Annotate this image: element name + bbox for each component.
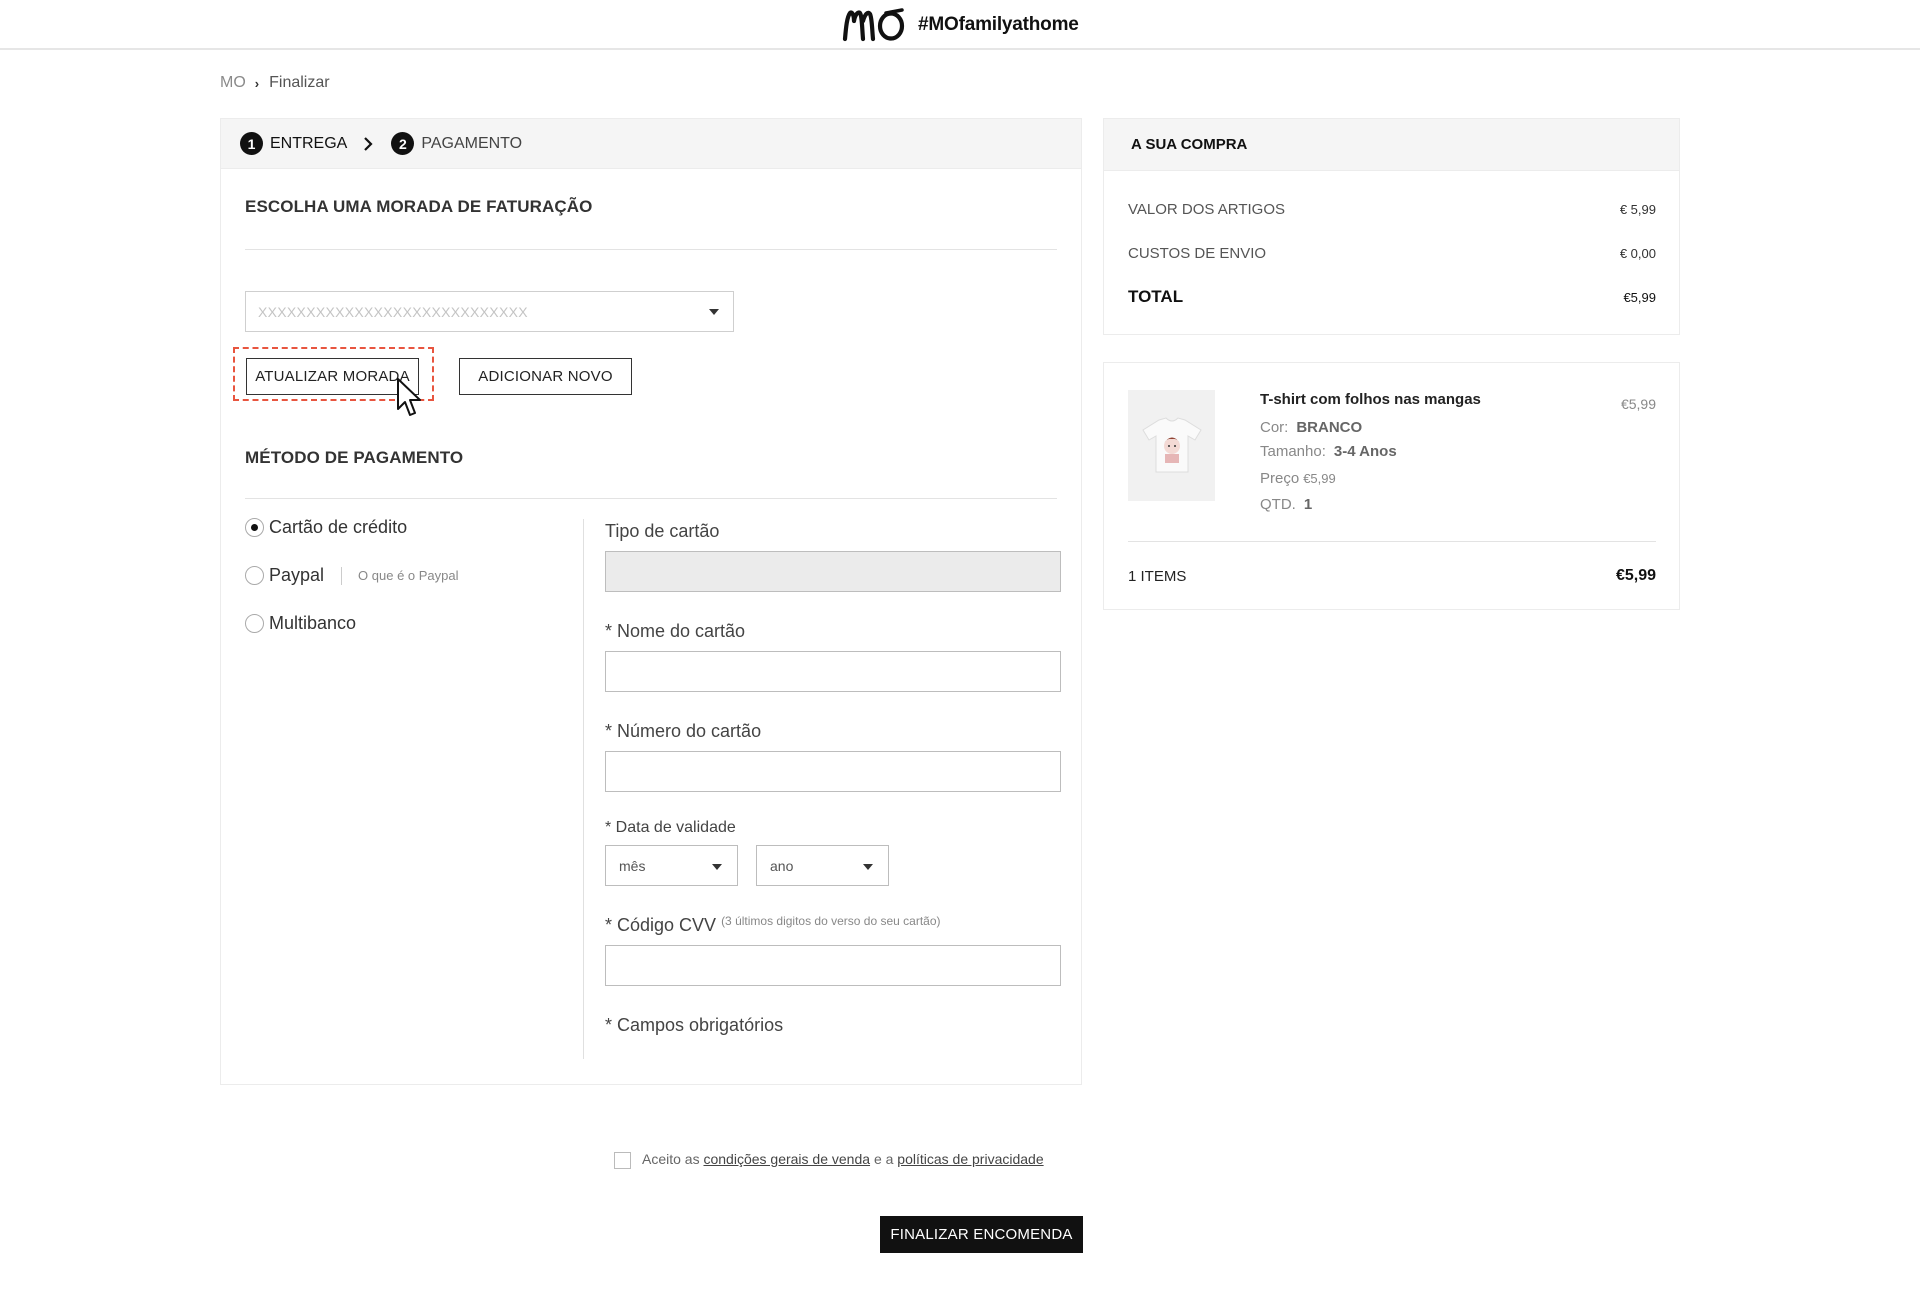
summary-items-label: VALOR DOS ARTIGOS: [1128, 201, 1285, 218]
cart-footer: 1 ITEMS €5,99: [1128, 567, 1656, 585]
payment-option-multibanco[interactable]: Multibanco: [245, 613, 356, 634]
cart-items: T-shirt com folhos nas mangas €5,99 Cor:…: [1103, 362, 1680, 610]
step-label: ENTREGA: [270, 134, 348, 152]
summary-items-value: € 5,99: [1619, 202, 1656, 217]
radio-unchecked[interactable]: [245, 614, 264, 633]
breadcrumb-current: Finalizar: [269, 74, 330, 91]
tshirt-icon: [1141, 416, 1202, 472]
card-name-input[interactable]: [605, 651, 1061, 692]
chevron-right-icon: [363, 136, 373, 152]
summary-shipping-row: CUSTOS DE ENVIO € 0,00: [1128, 245, 1656, 262]
add-address-button[interactable]: ADICIONAR NOVO: [459, 358, 632, 395]
caret-down-icon: [709, 309, 719, 315]
billing-title: ESCOLHA UMA MORADA DE FATURAÇÃO: [245, 197, 593, 216]
cvv-input[interactable]: [605, 945, 1061, 986]
expiry-month-value: mês: [619, 857, 646, 874]
brand-hashtag: #MOfamilyathome: [918, 14, 1079, 35]
summary-total-value: €5,99: [1623, 289, 1656, 305]
cvv-label-text: * Código CVV: [605, 915, 717, 935]
terms-prefix: Aceito as: [642, 1150, 700, 1167]
payment-title: MÉTODO DE PAGAMENTO: [245, 448, 464, 467]
card-number-label: * Número do cartão: [605, 721, 762, 741]
caret-down-icon: [712, 864, 722, 870]
terms-acceptance: Aceito as condições gerais de venda e a …: [614, 1148, 1044, 1169]
mouse-cursor-icon: [396, 377, 426, 424]
vertical-divider: [583, 519, 584, 1059]
product-unit-price: Preço €5,99: [1260, 470, 1336, 487]
summary-shipping-value: € 0,00: [1619, 246, 1656, 261]
checkout-panel: 1 ENTREGA 2 PAGAMENTO ESCOLHA UMA MORADA…: [220, 118, 1082, 1085]
cvv-label: * Código CVV (3 últimos digitos do verso …: [605, 914, 941, 936]
payment-option-credit-card[interactable]: Cartão de crédito: [245, 517, 407, 538]
product-size-label: Tamanho:: [1260, 443, 1326, 460]
product-size: Tamanho: 3-4 Anos: [1260, 443, 1397, 460]
step-number: 1: [240, 132, 263, 155]
cvv-hint: (3 últimos digitos do verso do seu cartã…: [721, 914, 941, 928]
card-type-label: Tipo de cartão: [605, 521, 720, 541]
caret-down-icon: [863, 864, 873, 870]
expiry-year-value: ano: [770, 857, 794, 874]
product-color: Cor: BRANCO: [1260, 419, 1362, 436]
payment-option-paypal[interactable]: Paypal O que é o Paypal: [245, 565, 459, 586]
summary-shipping-label: CUSTOS DE ENVIO: [1128, 245, 1267, 262]
radio-checked[interactable]: [245, 518, 264, 537]
terms-middle: e a: [873, 1150, 894, 1167]
product-size-value: 3-4 Anos: [1333, 443, 1397, 460]
card-number-input[interactable]: [605, 751, 1061, 792]
card-name-label: * Nome do cartão: [605, 621, 746, 641]
paypal-info-link[interactable]: O que é o Paypal: [358, 568, 458, 583]
product-price: €5,99: [1620, 396, 1656, 412]
privacy-link[interactable]: políticas de privacidade: [897, 1151, 1043, 1167]
cart-items-count: 1 ITEMS: [1128, 567, 1187, 585]
order-summary: A SUA COMPRA VALOR DOS ARTIGOS € 5,99 CU…: [1103, 118, 1680, 335]
product-qty-value: 1: [1303, 496, 1313, 513]
divider: [1128, 541, 1656, 542]
product-name[interactable]: T-shirt com folhos nas mangas: [1260, 391, 1481, 408]
payment-option-label: Paypal: [269, 565, 325, 585]
breadcrumb-home[interactable]: MO: [220, 74, 246, 92]
divider: [341, 566, 343, 585]
step-payment[interactable]: 2 PAGAMENTO: [391, 132, 522, 155]
summary-total-row: TOTAL €5,99: [1128, 287, 1656, 307]
update-address-button[interactable]: ATUALIZAR MORADA: [246, 358, 419, 395]
summary-title: A SUA COMPRA: [1104, 119, 1679, 171]
mo-logo-icon: [842, 8, 905, 42]
step-delivery[interactable]: 1 ENTREGA: [240, 132, 347, 155]
terms-link[interactable]: condições gerais de venda: [703, 1151, 870, 1167]
terms-checkbox[interactable]: [614, 1152, 631, 1169]
expiry-year-select[interactable]: ano: [756, 845, 889, 886]
step-number: 2: [391, 132, 415, 155]
product-quantity: QTD. 1: [1260, 496, 1312, 513]
summary-total-label: TOTAL: [1128, 287, 1184, 306]
product-color-value: BRANCO: [1296, 419, 1363, 436]
finalize-order-button[interactable]: FINALIZAR ENCOMENDA: [880, 1216, 1083, 1253]
billing-address-value: XXXXXXXXXXXXXXXXXXXXXXXXXXXX: [258, 303, 528, 320]
product-price-label: Preço: [1260, 470, 1300, 487]
chevron-right-icon: ›: [254, 75, 260, 91]
summary-items-row: VALOR DOS ARTIGOS € 5,99: [1128, 201, 1656, 218]
product-qty-label: QTD.: [1260, 496, 1296, 513]
divider: [245, 249, 1057, 250]
product-thumbnail[interactable]: [1128, 390, 1215, 501]
brand-logo[interactable]: #MOfamilyathome: [842, 4, 1079, 46]
expiry-month-select[interactable]: mês: [605, 845, 738, 886]
checkout-steps: 1 ENTREGA 2 PAGAMENTO: [221, 119, 1081, 169]
divider: [245, 498, 1057, 499]
step-label: PAGAMENTO: [421, 134, 523, 152]
billing-address-select[interactable]: XXXXXXXXXXXXXXXXXXXXXXXXXXXX: [245, 291, 734, 332]
breadcrumb: MO › Finalizar: [220, 74, 330, 92]
product-price-value: €5,99: [1303, 471, 1336, 486]
payment-option-label: Cartão de crédito: [269, 517, 408, 537]
required-fields-note: * Campos obrigatórios: [605, 1015, 784, 1035]
cart-items-total: €5,99: [1615, 567, 1656, 584]
radio-unchecked[interactable]: [245, 566, 264, 585]
product-color-label: Cor:: [1260, 419, 1289, 436]
top-bar: #MOfamilyathome: [0, 0, 1920, 50]
payment-option-label: Multibanco: [269, 613, 357, 633]
expiry-label: * Data de validade: [605, 819, 736, 836]
card-type-field[interactable]: [605, 551, 1061, 592]
